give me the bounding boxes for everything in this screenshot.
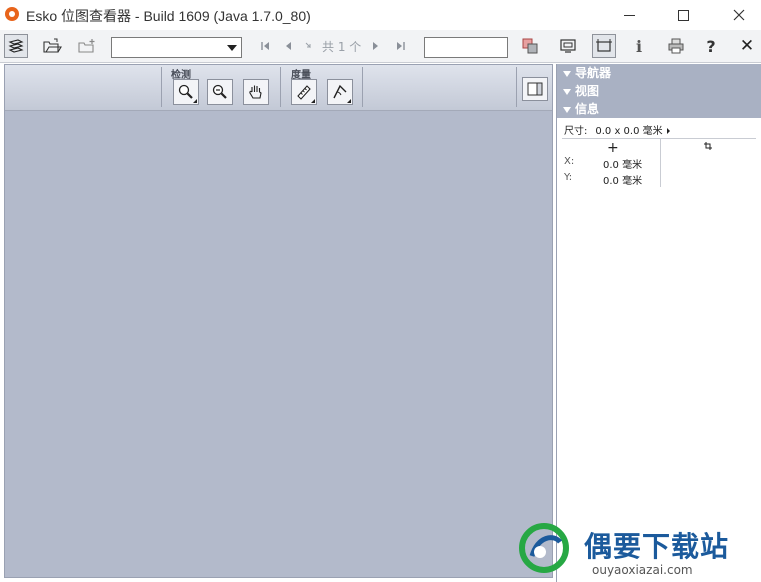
small-arrow-icon [305,42,311,49]
triangle-right-icon [666,128,670,134]
y-value: 0.0 毫米 [603,176,643,187]
x-label: X: [564,156,575,167]
help-button[interactable]: ? [699,34,723,58]
view-label: 视图 [575,84,600,98]
crosshair-icon: + [607,140,619,156]
main-toolbar: 共 1 个 i ? ✕ [0,30,761,63]
hand-icon [249,85,262,99]
side-panel: 导航器 视图 信息 尺寸: 0.0 x 0.0 毫米 + X: 0.0 毫米 Y:… [556,64,761,582]
previous-page-icon [286,42,291,50]
minimize-icon [623,14,635,16]
zoom-out-icon [212,84,227,99]
next-page-icon [373,42,378,50]
last-page-icon [397,42,405,50]
previous-page-button[interactable] [276,34,300,58]
color-separations-icon [522,38,538,54]
navigator-section-header[interactable]: 导航器 [557,64,761,82]
dropdown-corner-icon [307,99,315,103]
monitor-button[interactable] [556,34,580,58]
maximize-button[interactable] [660,0,706,30]
divider [562,138,756,139]
color-separations-button[interactable] [518,34,542,58]
watermark-url: ouyaoxiazai.com [592,563,693,577]
panel-toggle-icon [527,82,543,96]
size-label: 尺寸: [564,126,588,137]
last-page-button[interactable] [389,34,413,58]
panel-toggle-button[interactable] [522,77,548,101]
dropdown-corner-icon [343,99,351,103]
page-dropdown-button[interactable] [300,34,318,58]
divider [660,139,661,187]
page-input[interactable] [424,37,508,58]
info-section-header[interactable]: 信息 [557,100,761,118]
next-page-button[interactable] [364,34,388,58]
chevron-down-icon [227,45,237,51]
navigator-label: 导航器 [575,66,612,80]
first-page-icon [261,42,269,50]
angle-button[interactable] [327,79,353,105]
tools-strip: 检测 度量 [5,65,552,111]
open-button[interactable] [40,34,64,58]
monitor-icon [560,39,576,53]
triangle-down-icon [563,106,571,113]
divider [161,67,162,107]
printer-icon [668,38,684,54]
divider [516,67,517,107]
open-folder-icon [43,38,62,53]
frame-button[interactable] [592,34,616,58]
view-section-header[interactable]: 视图 [557,82,761,100]
watermark-logo [519,523,569,573]
close-icon [733,9,745,21]
layers-button[interactable] [4,34,28,58]
app-icon [5,7,19,21]
size-value: 0.0 x 0.0 毫米 [595,126,663,137]
zoom-in-button[interactable] [173,79,199,105]
ruler-button[interactable] [291,79,317,105]
triangle-down-icon [563,88,571,95]
size-row[interactable]: 尺寸: 0.0 x 0.0 毫米 [564,122,670,137]
window-title: Esko 位图查看器 - Build 1609 (Java 1.7.0_80) [26,8,311,24]
divider [362,67,363,107]
zoom-out-button[interactable] [207,79,233,105]
image-canvas[interactable]: 检测 度量 [4,64,553,578]
close-document-button[interactable]: ✕ [735,34,759,58]
close-window-button[interactable] [716,0,761,30]
info-button[interactable]: i [627,34,651,58]
layers-icon [8,39,24,53]
info-label: 信息 [575,102,600,116]
dropdown-corner-icon [189,99,197,103]
title-bar: Esko 位图查看器 - Build 1609 (Java 1.7.0_80) [0,0,761,30]
minimize-button[interactable] [606,0,652,30]
watermark-title: 偶要下载站 [584,530,730,563]
open-new-folder-icon [78,39,95,53]
file-select[interactable] [111,37,242,58]
crop-corner-icon [704,142,712,150]
print-button[interactable] [664,34,688,58]
open-new-button[interactable] [75,34,99,58]
divider [280,67,281,107]
triangle-down-icon [563,70,571,77]
frame-icon [596,39,612,52]
pan-button[interactable] [243,79,269,105]
maximize-icon [677,9,689,21]
page-count-label: 共 1 个 [322,40,362,54]
first-page-button[interactable] [253,34,277,58]
y-label: Y: [564,172,573,183]
x-value: 0.0 毫米 [603,160,643,171]
